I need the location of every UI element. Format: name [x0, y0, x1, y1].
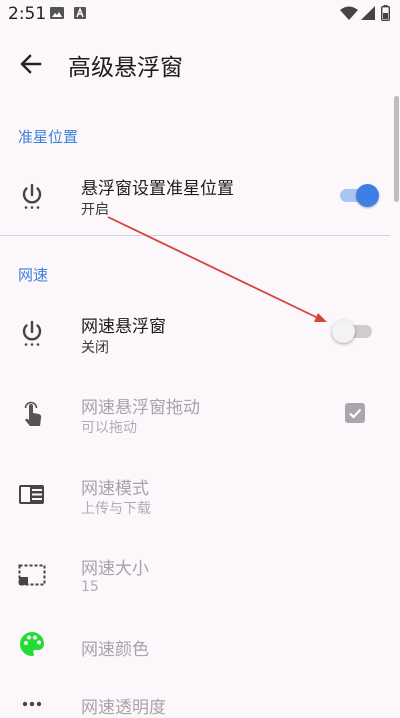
back-arrow-icon[interactable] [16, 50, 46, 78]
row-title: 网速悬浮窗拖动 [81, 398, 200, 418]
netspeed-float-switch[interactable] [332, 319, 372, 343]
row-summary: 开启 [81, 202, 109, 218]
check-icon [349, 408, 362, 419]
row-title: 网速颜色 [81, 640, 149, 660]
battery-icon [381, 5, 390, 21]
touch-app-icon [24, 401, 42, 426]
setting-row-netspeed-opacity[interactable]: 网速透明度 [0, 688, 390, 718]
setting-row-crosshair-float[interactable]: 悬浮窗设置准星位置 开启 [0, 165, 390, 225]
row-summary: 15 [81, 579, 99, 595]
page-title: 高级悬浮窗 [68, 55, 183, 81]
row-title: 网速模式 [81, 479, 149, 499]
row-title: 悬浮窗设置准星位置 [81, 179, 234, 199]
scrollbar[interactable] [394, 96, 399, 202]
netspeed-drag-checkbox[interactable] [345, 403, 365, 423]
setting-row-netspeed-mode[interactable]: 网速模式 上传与下载 [0, 464, 390, 524]
crosshair-float-switch[interactable] [340, 183, 379, 207]
row-title: 网速大小 [81, 559, 149, 579]
power-settings-icon [22, 183, 42, 209]
row-summary: 关闭 [81, 340, 109, 356]
row-title: 网速悬浮窗 [81, 317, 166, 337]
image-notification-icon [50, 7, 64, 19]
power-settings-icon [22, 320, 42, 346]
select-area-icon [18, 564, 46, 586]
more-horiz-icon [22, 701, 42, 707]
status-time: 2:51 [8, 4, 47, 24]
section-header-crosshair: 准星位置 [18, 128, 79, 146]
setting-row-netspeed-drag[interactable]: 网速悬浮窗拖动 可以拖动 [0, 384, 390, 444]
view-list-icon [19, 485, 44, 504]
setting-row-netspeed-size[interactable]: 网速大小 15 [0, 545, 390, 605]
section-header-netspeed: 网速 [18, 266, 49, 284]
status-bar: 2:51 [0, 0, 400, 28]
row-title: 网速透明度 [81, 698, 166, 718]
app-bar: 高级悬浮窗 [0, 36, 400, 92]
section-divider [0, 235, 390, 236]
row-summary: 上传与下载 [81, 501, 151, 517]
palette-icon [20, 632, 44, 656]
font-notification-icon [74, 7, 86, 19]
signal-icon [361, 6, 375, 20]
row-summary: 可以拖动 [81, 420, 137, 436]
setting-row-netspeed-color[interactable]: 网速颜色 [0, 626, 390, 666]
wifi-icon [340, 6, 358, 20]
